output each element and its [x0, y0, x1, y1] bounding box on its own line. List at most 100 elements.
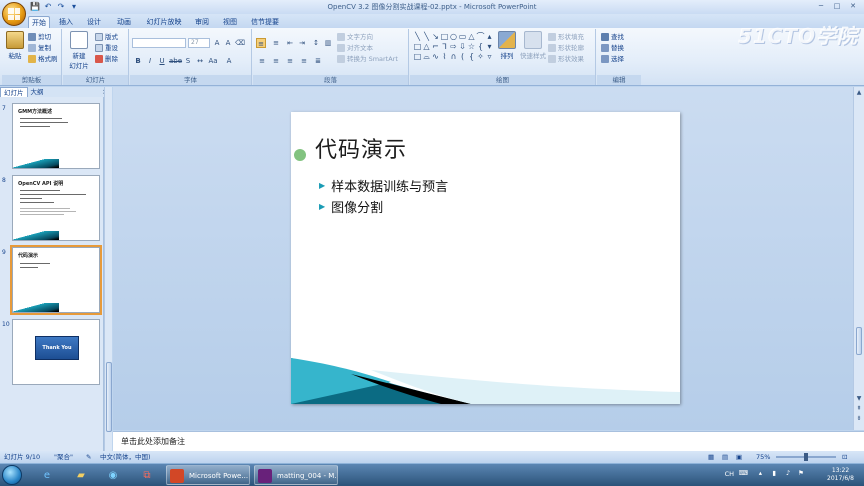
star-shape-icon[interactable]: ✧ [476, 52, 485, 62]
char-spacing-icon[interactable]: ↔ [195, 56, 205, 66]
slides-pane-scrollbar[interactable] [104, 87, 112, 451]
ie-icon[interactable]: e [34, 466, 60, 484]
close-button[interactable]: ✕ [846, 1, 860, 12]
wave-shape-icon[interactable]: ∩ [449, 52, 458, 62]
numbering-icon[interactable]: ≡ [271, 38, 281, 48]
slide-sorter-icon[interactable]: ▤ [722, 451, 728, 463]
rectangle-shape-icon[interactable]: ▭ [458, 32, 467, 42]
arrow-shape-icon[interactable]: ⇨ [449, 42, 458, 52]
align-left-icon[interactable]: ≡ [257, 56, 267, 66]
brace-shape-icon[interactable]: { [476, 42, 485, 52]
zoom-slider-knob[interactable] [804, 453, 808, 461]
tray-expand-icon[interactable]: ▴ [759, 469, 762, 477]
tab-outline-extra[interactable]: 信节提要 [248, 16, 282, 28]
keyboard-icon[interactable]: ⌨ [739, 469, 748, 477]
clear-format-icon[interactable]: ⌫ [235, 38, 245, 48]
more-shapes-icon[interactable]: ▴ [485, 32, 494, 42]
italic-icon[interactable]: I [145, 56, 155, 66]
tab-review[interactable]: 审阅 [192, 16, 212, 28]
align-right-icon[interactable]: ≡ [285, 56, 295, 66]
pdf-icon[interactable]: ⧉ [134, 466, 160, 484]
line-spacing-icon[interactable]: ↕ [311, 38, 321, 48]
tab-animations[interactable]: 动画 [112, 16, 136, 28]
paste-button[interactable]: 粘贴 [4, 31, 26, 60]
network-icon[interactable]: ▮ [772, 469, 776, 477]
expand-shapes-icon[interactable]: ▿ [485, 52, 494, 62]
shrink-font-icon[interactable]: A [223, 38, 233, 48]
shadow-icon[interactable]: S [183, 56, 193, 66]
arrange-button[interactable]: 排列 [496, 31, 518, 60]
slide-thumbnail[interactable]: GMM方法概述 [12, 103, 100, 169]
language-indicator[interactable]: 中文(简体，中国) [100, 451, 151, 463]
curve-shape-icon[interactable]: ∿ [431, 52, 440, 62]
taskbar-powerpoint[interactable]: Microsoft Powe... [166, 465, 250, 485]
quick-styles-button[interactable]: 快速样式 [518, 31, 548, 60]
curve-shape-icon[interactable]: ⌒ [476, 32, 485, 42]
ime-indicator[interactable]: CH [725, 470, 734, 478]
office-button[interactable] [2, 2, 26, 26]
tab-home[interactable]: 开始 [28, 16, 50, 28]
rectangle-shape-icon[interactable]: □ [413, 52, 422, 62]
new-slide-button[interactable]: 新建 幻灯片 [65, 31, 93, 70]
distributed-icon[interactable]: ≣ [313, 56, 323, 66]
slide-bullet[interactable]: ▶ 图像分割 [319, 197, 383, 216]
bold-icon[interactable]: B [133, 56, 143, 66]
font-name-combo[interactable] [132, 38, 186, 48]
arrow-shape-icon[interactable]: ⇩ [458, 42, 467, 52]
volume-icon[interactable]: ♪ [786, 469, 790, 477]
star-shape-icon[interactable]: ☆ [467, 42, 476, 52]
normal-view-icon[interactable]: ▦ [708, 451, 714, 463]
delete-slide-button[interactable]: 删除 [95, 54, 118, 64]
next-slide-icon[interactable]: ⇟ [855, 415, 863, 422]
strikethrough-icon[interactable]: abe [169, 56, 182, 66]
shapes-gallery[interactable]: ╲ ╲ ↘ □ ○ ▭ △ ⌒ ▴ □ △ ⌐ ᒣ ⇨ ⇩ ☆{▾ □ ⌓ ∿ ⌇ ∩({✧ ▿ [413, 32, 494, 62]
scrollbar-thumb[interactable] [856, 327, 862, 355]
current-slide[interactable]: 代码演示 ▶ 样本数据训练与预言 ▶ 图像分割 [291, 112, 680, 404]
columns-icon[interactable]: ▥ [323, 38, 333, 48]
browser-icon[interactable]: ◉ [100, 466, 126, 484]
tab-slide-show[interactable]: 幻灯片放映 [144, 16, 184, 28]
slide-thumbnail[interactable]: OpenCV API 说明 [12, 175, 100, 241]
scroll-shapes-icon[interactable]: ▾ [485, 42, 494, 52]
triangle-shape-icon[interactable]: △ [422, 42, 431, 52]
smartart-button[interactable]: 转换为 SmartArt [337, 54, 398, 64]
taskbar-visual-studio[interactable]: matting_004 - M... [254, 465, 338, 485]
bullets-icon[interactable]: ≡ [256, 38, 266, 48]
oval-shape-icon[interactable]: ○ [449, 32, 458, 42]
line-shape-icon[interactable]: ╲ [422, 32, 431, 42]
freeform-shape-icon[interactable]: ⌇ [440, 52, 449, 62]
editing-scrollbar[interactable]: ▲ ▼ ⇞ ⇟ [853, 87, 864, 430]
change-case-icon[interactable]: Aa [208, 56, 218, 66]
tab-slides-pane[interactable]: 幻灯片 [0, 87, 28, 97]
start-button[interactable] [2, 465, 22, 485]
decrease-indent-icon[interactable]: ⇤ [285, 38, 295, 48]
reset-button[interactable]: 重设 [95, 43, 118, 53]
previous-slide-icon[interactable]: ⇞ [855, 405, 863, 412]
replace-button[interactable]: 替换 [601, 43, 624, 53]
text-direction-button[interactable]: 文字方向 [337, 32, 373, 42]
clock[interactable]: 13:22 2017/6/8 [827, 467, 854, 483]
arc-shape-icon[interactable]: ⌓ [422, 52, 431, 62]
layout-button[interactable]: 版式 [95, 32, 118, 42]
slide-thumbnail[interactable]: Thank You [12, 319, 100, 385]
grow-font-icon[interactable]: A [212, 38, 222, 48]
rectangle-shape-icon[interactable]: □ [413, 42, 422, 52]
maximize-button[interactable]: □ [830, 1, 844, 12]
rectangle-shape-icon[interactable]: □ [440, 32, 449, 42]
fit-to-window-icon[interactable]: ⊡ [842, 451, 847, 463]
tab-insert[interactable]: 插入 [56, 16, 76, 28]
slide-bullet[interactable]: ▶ 样本数据训练与预言 [319, 176, 448, 195]
font-color-icon[interactable]: A [224, 56, 234, 66]
slide-thumbnail-selected[interactable]: 代码演示 [10, 245, 102, 315]
tab-design[interactable]: 设计 [84, 16, 104, 28]
triangle-shape-icon[interactable]: △ [467, 32, 476, 42]
copy-button[interactable]: 复制 [28, 43, 51, 53]
increase-indent-icon[interactable]: ⇥ [297, 38, 307, 48]
scroll-down-icon[interactable]: ▼ [855, 395, 863, 402]
align-center-icon[interactable]: ≡ [271, 56, 281, 66]
line-shape-icon[interactable]: ╲ [413, 32, 422, 42]
align-text-button[interactable]: 对齐文本 [337, 43, 373, 53]
format-painter-button[interactable]: 格式刷 [28, 54, 58, 64]
arrow-shape-icon[interactable]: ↘ [431, 32, 440, 42]
bracket-shape-icon[interactable]: ( [458, 52, 467, 62]
